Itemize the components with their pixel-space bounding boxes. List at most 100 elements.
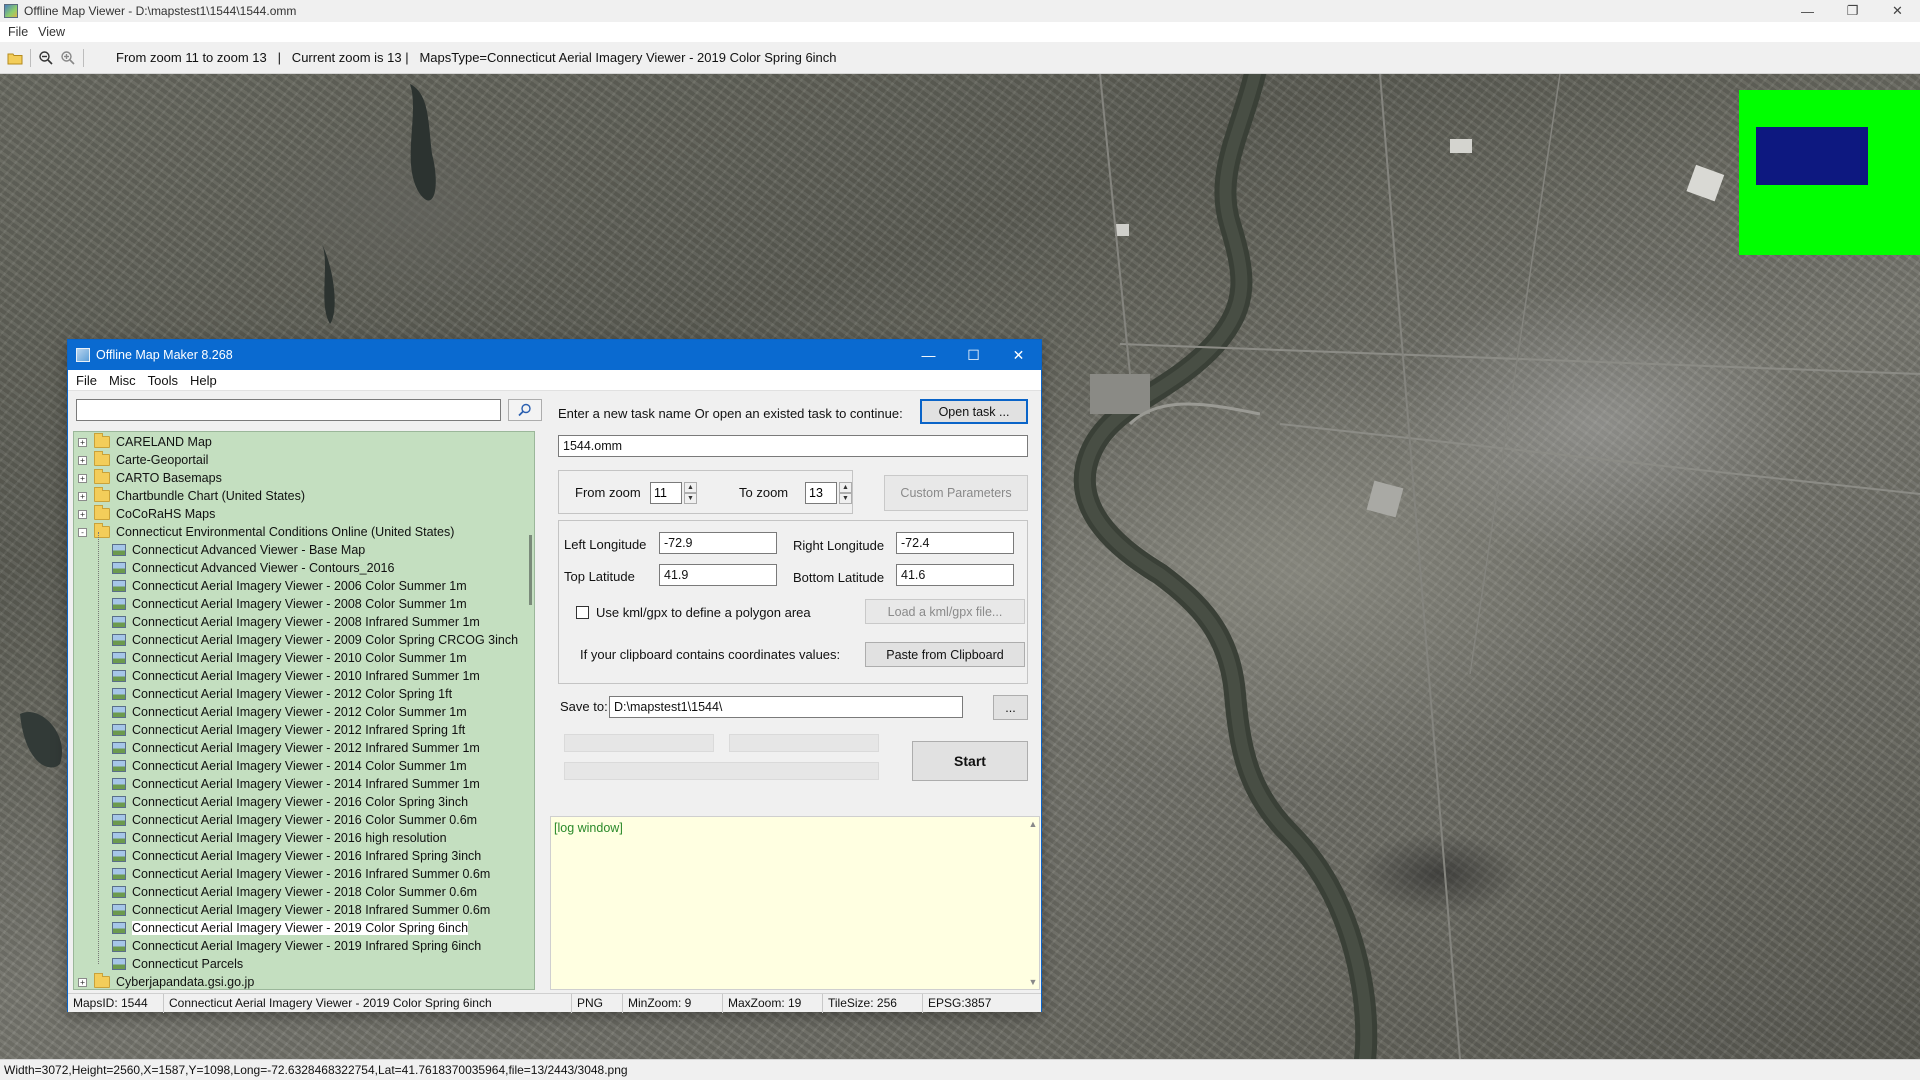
tree-map-item[interactable]: Connecticut Aerial Imagery Viewer - 2014… bbox=[112, 757, 467, 775]
map-search-input[interactable] bbox=[76, 399, 501, 421]
tree-map-item[interactable]: Connecticut Advanced Viewer - Contours_2… bbox=[112, 559, 394, 577]
restore-button[interactable]: ❐ bbox=[1830, 0, 1875, 22]
open-task-button[interactable]: Open task ... bbox=[920, 399, 1028, 424]
tree-map-item[interactable]: Connecticut Aerial Imagery Viewer - 2016… bbox=[112, 811, 477, 829]
zoom-in-icon[interactable] bbox=[57, 47, 79, 69]
zoom-out-icon[interactable] bbox=[35, 47, 57, 69]
dialog-menu-file[interactable]: File bbox=[74, 373, 107, 388]
spin-down-icon[interactable]: ▼ bbox=[684, 493, 697, 504]
tree-folder-item[interactable]: - Connecticut Environmental Conditions On… bbox=[78, 523, 454, 541]
dialog-maximize-button[interactable]: ☐ bbox=[951, 340, 996, 370]
tree-item-label: Connecticut Environmental Conditions Onl… bbox=[116, 525, 455, 539]
tree-map-item[interactable]: Connecticut Aerial Imagery Viewer - 2012… bbox=[112, 721, 465, 739]
expand-icon[interactable]: + bbox=[78, 977, 87, 987]
use-kml-checkbox[interactable] bbox=[576, 606, 589, 619]
tree-map-item[interactable]: Connecticut Aerial Imagery Viewer - 2012… bbox=[112, 685, 452, 703]
left-longitude-field[interactable]: -72.9 bbox=[659, 532, 777, 554]
tree-map-item[interactable]: Connecticut Parcels bbox=[112, 955, 243, 973]
minimize-button[interactable]: — bbox=[1785, 0, 1830, 22]
scroll-down-icon[interactable]: ▼ bbox=[1027, 977, 1039, 987]
status-format: PNG bbox=[572, 993, 623, 1013]
save-to-field[interactable]: D:\mapstest1\1544\ bbox=[609, 696, 963, 718]
log-window[interactable]: [log window] ▲ ▼ bbox=[550, 816, 1040, 990]
start-button[interactable]: Start bbox=[912, 741, 1028, 781]
from-zoom-arrows[interactable]: ▲ ▼ bbox=[684, 482, 697, 504]
tree-folder-item[interactable]: + CoCoRaHS Maps bbox=[78, 505, 215, 523]
tree-map-item[interactable]: Connecticut Aerial Imagery Viewer - 2008… bbox=[112, 613, 480, 631]
spin-up-icon[interactable]: ▲ bbox=[839, 482, 852, 493]
expand-icon[interactable]: + bbox=[78, 491, 87, 501]
collapse-icon[interactable]: - bbox=[78, 527, 87, 537]
tree-map-item[interactable]: Connecticut Aerial Imagery Viewer - 2018… bbox=[112, 883, 477, 901]
tree-folder-item[interactable]: + Cyberjapandata.gsi.go.jp bbox=[78, 973, 254, 989]
zoom-status-text: From zoom 11 to zoom 13 | Current zoom i… bbox=[116, 50, 837, 65]
top-latitude-field[interactable]: 41.9 bbox=[659, 564, 777, 586]
tree-map-item[interactable]: Connecticut Aerial Imagery Viewer - 2016… bbox=[112, 865, 490, 883]
tree-map-item[interactable]: Connecticut Aerial Imagery Viewer - 2018… bbox=[112, 901, 490, 919]
search-button[interactable] bbox=[508, 399, 542, 421]
close-button[interactable]: ✕ bbox=[1875, 0, 1920, 22]
tree-map-item[interactable]: Connecticut Aerial Imagery Viewer - 2019… bbox=[112, 919, 469, 937]
tree-folder-item[interactable]: + Chartbundle Chart (United States) bbox=[78, 487, 305, 505]
menu-file[interactable]: File bbox=[6, 25, 36, 39]
to-zoom-label: To zoom bbox=[739, 485, 789, 500]
map-layer-icon bbox=[112, 922, 126, 934]
expand-icon[interactable]: + bbox=[78, 437, 87, 447]
tree-map-item[interactable]: Connecticut Aerial Imagery Viewer - 2012… bbox=[112, 703, 467, 721]
tree-scroll-thumb[interactable] bbox=[529, 535, 532, 605]
custom-parameters-button[interactable]: Custom Parameters bbox=[884, 475, 1028, 511]
folder-icon bbox=[94, 487, 110, 502]
status-min-zoom: MinZoom: 9 bbox=[623, 993, 723, 1013]
tree-map-item[interactable]: Connecticut Aerial Imagery Viewer - 2006… bbox=[112, 577, 467, 595]
paste-clipboard-button[interactable]: Paste from Clipboard bbox=[865, 642, 1025, 667]
overview-viewport-rect[interactable] bbox=[1756, 127, 1868, 185]
tree-map-item[interactable]: Connecticut Aerial Imagery Viewer - 2016… bbox=[112, 847, 481, 865]
map-layer-icon bbox=[112, 580, 126, 592]
tree-map-item[interactable]: Connecticut Aerial Imagery Viewer - 2010… bbox=[112, 667, 480, 685]
dialog-close-button[interactable]: ✕ bbox=[996, 340, 1041, 370]
tree-folder-item[interactable]: + CARELAND Map bbox=[78, 433, 212, 451]
browse-button[interactable]: ... bbox=[993, 695, 1028, 720]
dialog-menu-tools[interactable]: Tools bbox=[146, 373, 188, 388]
tree-map-item[interactable]: Connecticut Aerial Imagery Viewer - 2010… bbox=[112, 649, 467, 667]
menu-view[interactable]: View bbox=[36, 25, 73, 39]
tree-item-label: Connecticut Advanced Viewer - Contours_2… bbox=[132, 561, 395, 575]
expand-icon[interactable]: + bbox=[78, 455, 87, 465]
expand-icon[interactable]: + bbox=[78, 473, 87, 483]
tree-map-item[interactable]: Connecticut Aerial Imagery Viewer - 2016… bbox=[112, 793, 468, 811]
tree-map-item[interactable]: Connecticut Aerial Imagery Viewer - 2014… bbox=[112, 775, 480, 793]
spin-down-icon[interactable]: ▼ bbox=[839, 493, 852, 504]
overview-minimap[interactable] bbox=[1739, 90, 1920, 255]
tree-map-item[interactable]: Connecticut Aerial Imagery Viewer - 2012… bbox=[112, 739, 480, 757]
tree-map-item[interactable]: Connecticut Advanced Viewer - Base Map bbox=[112, 541, 365, 559]
tree-scrollbar[interactable] bbox=[524, 432, 534, 989]
log-scrollbar[interactable]: ▲ ▼ bbox=[1027, 817, 1039, 989]
tree-map-item[interactable]: Connecticut Aerial Imagery Viewer - 2008… bbox=[112, 595, 467, 613]
open-folder-icon[interactable] bbox=[4, 47, 26, 69]
tree-map-item[interactable]: Connecticut Aerial Imagery Viewer - 2016… bbox=[112, 829, 447, 847]
bottom-latitude-field[interactable]: 41.6 bbox=[896, 564, 1014, 586]
dialog-menu-misc[interactable]: Misc bbox=[107, 373, 146, 388]
expand-icon[interactable]: + bbox=[78, 509, 87, 519]
search-row bbox=[76, 399, 544, 423]
map-source-tree[interactable]: + CARELAND Map + Carte-Geoportail + CARTO Bas… bbox=[73, 431, 535, 990]
map-layer-icon bbox=[112, 724, 126, 736]
dialog-minimize-button[interactable]: — bbox=[906, 340, 951, 370]
use-kml-label: Use kml/gpx to define a polygon area bbox=[596, 605, 811, 620]
to-zoom-spinner[interactable]: 13 bbox=[805, 482, 837, 504]
map-layer-icon bbox=[112, 796, 126, 808]
dialog-menu-help[interactable]: Help bbox=[188, 373, 227, 388]
right-longitude-field[interactable]: -72.4 bbox=[896, 532, 1014, 554]
tree-folder-item[interactable]: + Carte-Geoportail bbox=[78, 451, 208, 469]
scroll-up-icon[interactable]: ▲ bbox=[1027, 819, 1039, 829]
tree-map-item[interactable]: Connecticut Aerial Imagery Viewer - 2019… bbox=[112, 937, 481, 955]
folder-icon bbox=[94, 505, 110, 520]
task-name-field[interactable]: 1544.omm bbox=[558, 435, 1028, 457]
load-kml-button[interactable]: Load a kml/gpx file... bbox=[865, 599, 1025, 624]
tree-folder-item[interactable]: + CARTO Basemaps bbox=[78, 469, 222, 487]
from-zoom-spinner[interactable]: 11 bbox=[650, 482, 682, 504]
log-text: [log window] bbox=[554, 821, 623, 835]
spin-up-icon[interactable]: ▲ bbox=[684, 482, 697, 493]
to-zoom-arrows[interactable]: ▲ ▼ bbox=[839, 482, 852, 504]
tree-map-item[interactable]: Connecticut Aerial Imagery Viewer - 2009… bbox=[112, 631, 518, 649]
